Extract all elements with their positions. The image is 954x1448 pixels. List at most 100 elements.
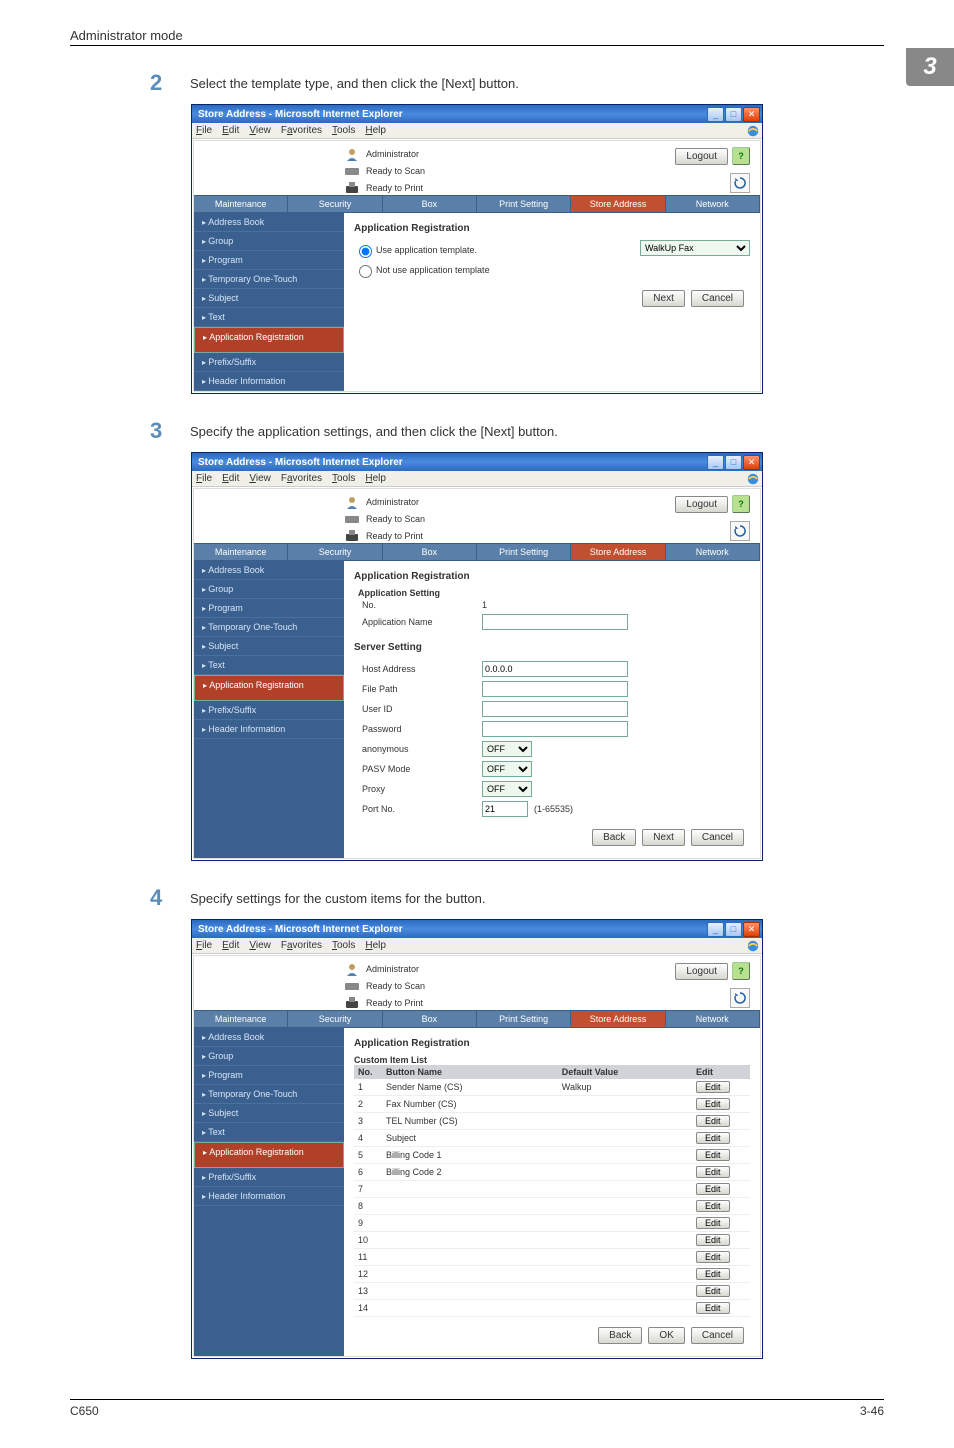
close-icon[interactable]: ✕ [743,107,760,122]
sidebar-item-prefix[interactable]: Prefix/Suffix [194,353,344,372]
ok-button[interactable]: OK [648,1327,684,1344]
close-icon[interactable]: ✕ [743,922,760,937]
radio-not-use[interactable] [359,265,372,278]
pasv-select[interactable]: OFF [482,761,532,777]
sidebar-item-subject[interactable]: Subject [194,289,344,308]
tab-security[interactable]: Security [288,196,382,212]
sidebar-item-appreg[interactable]: Application Registration [194,327,344,353]
next-button[interactable]: Next [642,290,685,307]
minimize-icon[interactable]: _ [707,107,724,122]
tab-network[interactable]: Network [666,196,760,212]
menu-favorites[interactable]: Favorites [281,125,322,136]
tab-network[interactable]: Network [666,1011,760,1027]
port-input[interactable] [482,801,528,817]
refresh-icon[interactable] [730,173,750,193]
menu-view[interactable]: View [249,940,271,951]
close-icon[interactable]: ✕ [743,455,760,470]
edit-button[interactable]: Edit [696,1302,730,1314]
tab-print[interactable]: Print Setting [477,1011,571,1027]
radio-use-template[interactable] [359,245,372,258]
menu-edit[interactable]: Edit [222,473,239,484]
cancel-button[interactable]: Cancel [691,1327,744,1344]
sidebar-item-appreg[interactable]: Application Registration [194,1142,344,1168]
userid-input[interactable] [482,701,628,717]
sidebar-item-program[interactable]: Program [194,251,344,270]
edit-button[interactable]: Edit [696,1098,730,1110]
tab-security[interactable]: Security [288,1011,382,1027]
tab-maintenance[interactable]: Maintenance [194,544,288,560]
proxy-select[interactable]: OFF [482,781,532,797]
tab-box[interactable]: Box [383,1011,477,1027]
sidebar-item-header[interactable]: Header Information [194,720,344,739]
sidebar-item-program[interactable]: Program [194,599,344,618]
tab-security[interactable]: Security [288,544,382,560]
sidebar-item-address[interactable]: Address Book [194,561,344,580]
maximize-icon[interactable]: □ [725,455,742,470]
anon-select[interactable]: OFF [482,741,532,757]
filepath-input[interactable] [482,681,628,697]
menu-view[interactable]: View [249,473,271,484]
menu-tools[interactable]: Tools [332,473,355,484]
maximize-icon[interactable]: □ [725,922,742,937]
sidebar-item-group[interactable]: Group [194,1047,344,1066]
back-button[interactable]: Back [598,1327,642,1344]
help-icon[interactable]: ? [732,147,750,165]
maximize-icon[interactable]: □ [725,107,742,122]
cancel-button[interactable]: Cancel [691,290,744,307]
sidebar-item-appreg[interactable]: Application Registration [194,675,344,701]
appname-input[interactable] [482,614,628,630]
back-button[interactable]: Back [592,829,636,846]
edit-button[interactable]: Edit [696,1132,730,1144]
tab-box[interactable]: Box [383,196,477,212]
menu-file[interactable]: File [196,125,212,136]
edit-button[interactable]: Edit [696,1149,730,1161]
help-icon[interactable]: ? [732,962,750,980]
menu-tools[interactable]: Tools [332,125,355,136]
sidebar-item-text[interactable]: Text [194,308,344,327]
minimize-icon[interactable]: _ [707,922,724,937]
next-button[interactable]: Next [642,829,685,846]
edit-button[interactable]: Edit [696,1268,730,1280]
host-input[interactable] [482,661,628,677]
tab-store[interactable]: Store Address [571,1011,665,1027]
sidebar-item-prefix[interactable]: Prefix/Suffix [194,1168,344,1187]
tab-store[interactable]: Store Address [571,196,665,212]
tab-maintenance[interactable]: Maintenance [194,1011,288,1027]
menu-view[interactable]: View [249,125,271,136]
refresh-icon[interactable] [730,521,750,541]
sidebar-item-header[interactable]: Header Information [194,372,344,391]
tab-print[interactable]: Print Setting [477,544,571,560]
sidebar-item-group[interactable]: Group [194,232,344,251]
logout-button[interactable]: Logout [675,496,728,513]
menu-favorites[interactable]: Favorites [281,940,322,951]
edit-button[interactable]: Edit [696,1081,730,1093]
sidebar-item-temp[interactable]: Temporary One-Touch [194,270,344,289]
menu-help[interactable]: Help [365,940,386,951]
edit-button[interactable]: Edit [696,1200,730,1212]
sidebar-item-program[interactable]: Program [194,1066,344,1085]
edit-button[interactable]: Edit [696,1285,730,1297]
refresh-icon[interactable] [730,988,750,1008]
edit-button[interactable]: Edit [696,1166,730,1178]
sidebar-item-temp[interactable]: Temporary One-Touch [194,1085,344,1104]
edit-button[interactable]: Edit [696,1251,730,1263]
cancel-button[interactable]: Cancel [691,829,744,846]
logout-button[interactable]: Logout [675,963,728,980]
menu-file[interactable]: File [196,473,212,484]
tab-box[interactable]: Box [383,544,477,560]
menu-tools[interactable]: Tools [332,940,355,951]
menu-favorites[interactable]: Favorites [281,473,322,484]
sidebar-item-subject[interactable]: Subject [194,637,344,656]
sidebar-item-subject[interactable]: Subject [194,1104,344,1123]
edit-button[interactable]: Edit [696,1183,730,1195]
sidebar-item-text[interactable]: Text [194,656,344,675]
sidebar-item-group[interactable]: Group [194,580,344,599]
menu-edit[interactable]: Edit [222,125,239,136]
menu-help[interactable]: Help [365,125,386,136]
edit-button[interactable]: Edit [696,1115,730,1127]
tab-maintenance[interactable]: Maintenance [194,196,288,212]
sidebar-item-address[interactable]: Address Book [194,1028,344,1047]
menu-edit[interactable]: Edit [222,940,239,951]
edit-button[interactable]: Edit [696,1234,730,1246]
sidebar-item-temp[interactable]: Temporary One-Touch [194,618,344,637]
